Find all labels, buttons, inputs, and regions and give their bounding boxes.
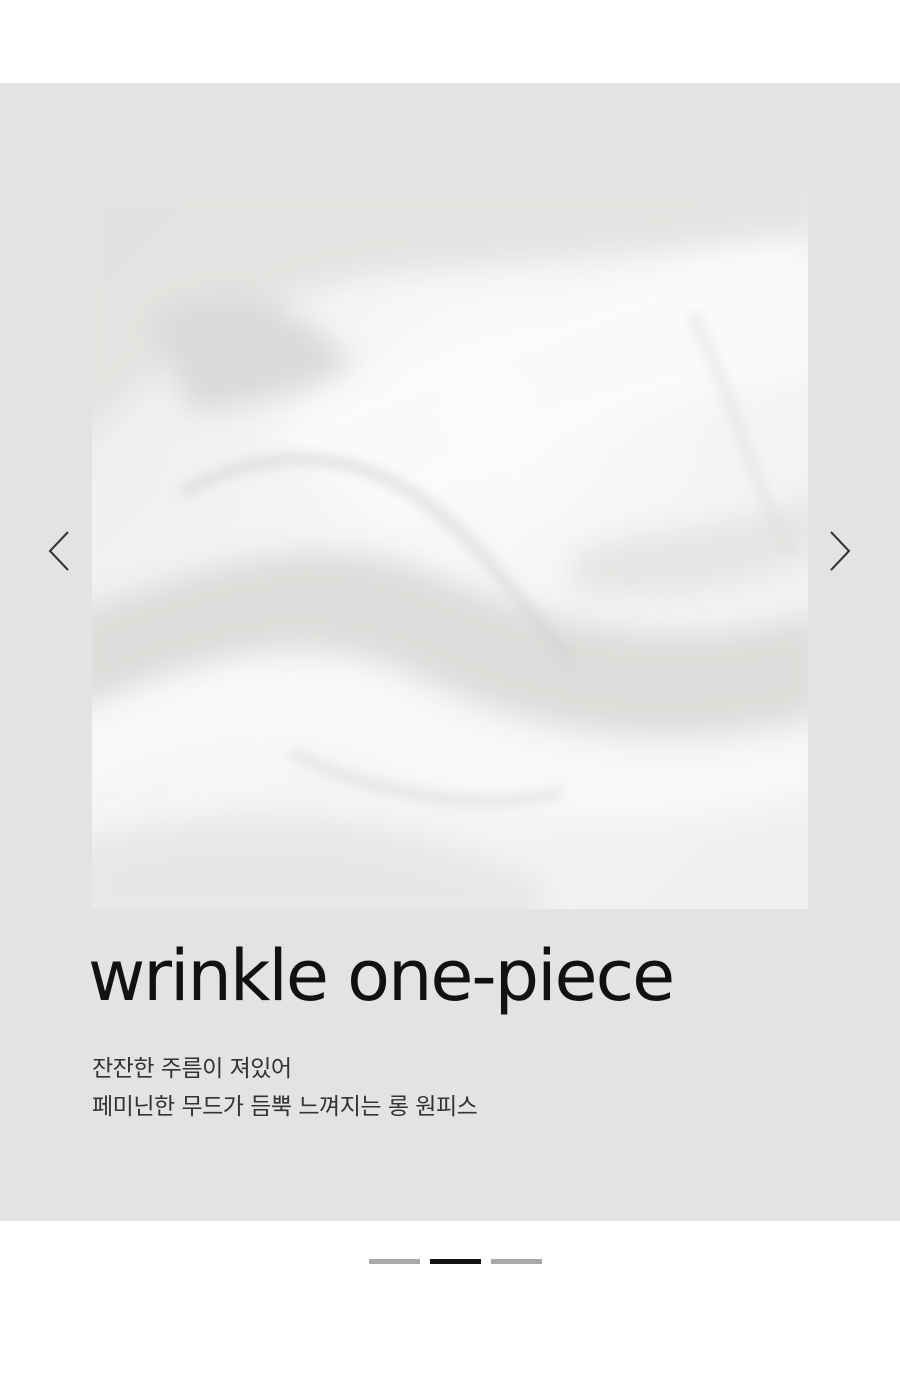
pagination-dot-3[interactable] [491,1259,542,1264]
next-slide-button[interactable] [828,529,852,573]
slide-description-line: 잔잔한 주름이 져있어 [92,1056,292,1082]
prev-slide-button[interactable] [47,529,71,573]
slide-description-line: 페미닌한 무드가 듬뿍 느껴지는 롱 원피스 [92,1094,478,1120]
slide-pagination [369,1259,542,1264]
slide-description: 잔잔한 주름이 져있어 페미닌한 무드가 듬뿍 느껴지는 롱 원피스 [92,1050,478,1126]
pagination-dot-2[interactable] [430,1259,481,1264]
slide-image [92,193,808,909]
product-slider: wrinkle one-piece 잔잔한 주름이 져있어 페미닌한 무드가 듬… [0,83,900,1221]
slide-title: wrinkle one-piece [88,935,675,1017]
chevron-left-icon [48,531,69,571]
pagination-dot-1[interactable] [369,1259,420,1264]
chevron-right-icon [830,531,851,571]
